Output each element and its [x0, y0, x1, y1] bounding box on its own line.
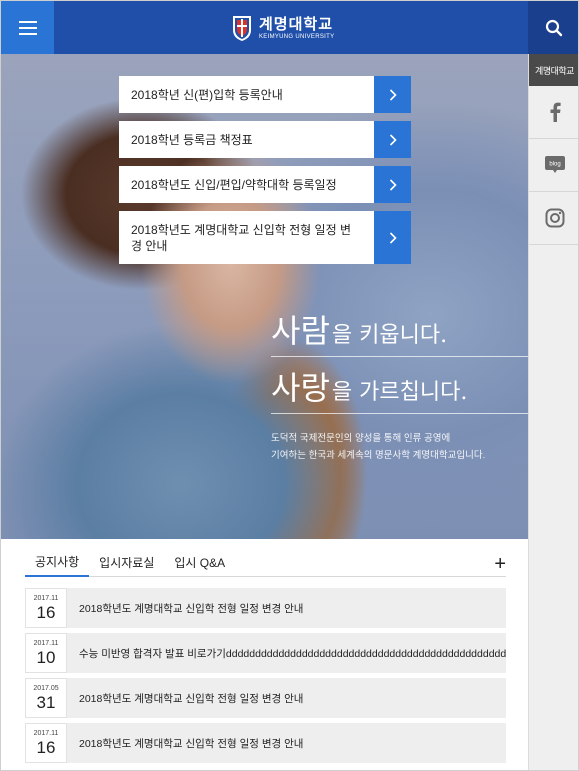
page-frame: 계명대학교 KEIMYUNG UNIVERSITY 계명대학교 blog 201… — [0, 0, 579, 771]
hero-link-label: 2018학년 신(편)입학 등록안내 — [131, 87, 283, 102]
notice-title: 2018학년도 계명대학교 신입학 전형 일정 변경 안내 — [79, 737, 304, 750]
notice-date: 2017.05 31 — [25, 678, 67, 718]
notice-date: 2017.11 16 — [25, 723, 67, 763]
slogan-description-line-2: 기여하는 한국과 세계속의 명문사학 계명대학교입니다. — [271, 450, 486, 461]
tab-notices[interactable]: 공지사항 — [25, 553, 90, 577]
notice-date-year-month: 2017.11 — [33, 595, 59, 602]
hero-link-item[interactable]: 2018학년도 신입/편입/약학대학 등록일정 — [119, 166, 411, 203]
hamburger-menu-icon — [18, 20, 37, 35]
notice-date-day: 16 — [36, 738, 56, 757]
hero-quick-links: 2018학년 신(편)입학 등록안내 2018학년 등록금 책정표 2018학년… — [119, 76, 411, 272]
blog-link[interactable]: blog — [529, 139, 578, 192]
sidebar-university-label[interactable]: 계명대학교 — [529, 54, 578, 86]
slogan-1-rest: 을 키웁니다. — [331, 323, 448, 348]
notice-list: 2017.11 16 2018학년도 계명대학교 신입학 전형 일정 변경 안내… — [25, 588, 506, 763]
logo-korean-name: 계명대학교 — [259, 15, 334, 33]
instagram-icon — [545, 208, 564, 228]
hero-link-label: 2018학년도 신입/편입/약학대학 등록일정 — [131, 177, 337, 192]
notice-list-item[interactable]: 2017.11 10 수능 미반영 합격자 발표 비로가기ddddddddddd… — [25, 633, 506, 673]
hero-link-item[interactable]: 2018학년 신(편)입학 등록안내 — [119, 76, 411, 113]
notice-list-item[interactable]: 2017.05 31 2018학년도 계명대학교 신입학 전형 일정 변경 안내 — [25, 678, 506, 718]
svg-text:blog: blog — [549, 162, 560, 168]
tab-admission-qna[interactable]: 입시 Q&A — [164, 554, 235, 576]
notice-section: 공지사항 입시자료실 입시 Q&A + 2017.11 16 2018학년도 계… — [25, 553, 506, 768]
tab-admission-materials[interactable]: 입시자료실 — [89, 554, 164, 576]
logo-english-name: KEIMYUNG UNIVERSITY — [259, 33, 335, 40]
notice-date-year-month: 2017.05 — [33, 685, 59, 692]
notice-date-year-month: 2017.11 — [33, 640, 59, 647]
notice-date: 2017.11 16 — [25, 588, 67, 628]
notice-title: 수능 미반영 합격자 발표 비로가기dddddddddddddddddddddd… — [79, 647, 506, 660]
chevron-right-icon — [374, 211, 411, 264]
more-plus-icon[interactable]: + — [494, 553, 506, 575]
hero-link-item[interactable]: 2018학년도 계명대학교 신입학 전형 일정 변경 안내 — [119, 211, 411, 264]
slogan-2-rest: 을 가르칩니다. — [331, 380, 468, 405]
slogan-2-emphasis: 사랑 — [271, 369, 330, 407]
notice-tabs: 공지사항 입시자료실 입시 Q&A + — [25, 553, 506, 577]
hero-slogan: 사람 을 키웁니다. 사랑 을 가르칩니다. 도덕적 국제전문인의 양성을 통해… — [271, 306, 528, 464]
slogan-description-line-1: 도덕적 국제전문인의 양성을 통해 인류 공영에 — [271, 433, 451, 444]
notice-list-item[interactable]: 2017.11 16 2018학년도 계명대학교 신입학 전형 일정 변경 안내 — [25, 723, 506, 763]
hero-link-label: 2018학년 등록금 책정표 — [131, 132, 253, 147]
notice-date-day: 16 — [36, 603, 56, 622]
hero-link-label: 2018학년도 계명대학교 신입학 전형 일정 변경 안내 — [131, 222, 352, 253]
blog-icon: blog — [544, 156, 565, 173]
social-sidebar: 계명대학교 blog — [528, 54, 578, 770]
instagram-link[interactable] — [529, 192, 578, 245]
notice-list-item[interactable]: 2017.11 16 2018학년도 계명대학교 신입학 전형 일정 변경 안내 — [25, 588, 506, 628]
notice-title: 2018학년도 계명대학교 신입학 전형 일정 변경 안내 — [79, 602, 304, 615]
notice-date-day: 10 — [36, 648, 56, 667]
facebook-link[interactable] — [529, 86, 578, 139]
notice-title: 2018학년도 계명대학교 신입학 전형 일정 변경 안내 — [79, 692, 304, 705]
hero-banner: 2018학년 신(편)입학 등록안내 2018학년 등록금 책정표 2018학년… — [1, 54, 528, 539]
slogan-1-emphasis: 사람 — [271, 312, 330, 350]
chevron-right-icon — [374, 166, 411, 203]
site-header: 계명대학교 KEIMYUNG UNIVERSITY — [1, 1, 578, 54]
search-icon — [545, 19, 563, 36]
slogan-line-2: 사랑 을 가르칩니다. — [271, 363, 528, 414]
slogan-line-1: 사람 을 키웁니다. — [271, 306, 528, 357]
university-logo[interactable]: 계명대학교 KEIMYUNG UNIVERSITY — [231, 12, 334, 44]
chevron-right-icon — [374, 76, 411, 113]
search-button[interactable] — [528, 1, 578, 54]
slogan-description: 도덕적 국제전문인의 양성을 통해 인류 공영에 기여하는 한국과 세계속의 명… — [271, 430, 528, 464]
facebook-icon — [550, 102, 561, 122]
university-emblem-icon — [233, 16, 251, 41]
chevron-right-icon — [374, 121, 411, 158]
notice-date: 2017.11 10 — [25, 633, 67, 673]
hero-link-item[interactable]: 2018학년 등록금 책정표 — [119, 121, 411, 158]
notice-date-day: 31 — [36, 693, 56, 712]
logo-text: 계명대학교 KEIMYUNG UNIVERSITY — [259, 16, 334, 41]
hamburger-menu-button[interactable] — [1, 1, 54, 54]
notice-date-year-month: 2017.11 — [33, 730, 59, 737]
